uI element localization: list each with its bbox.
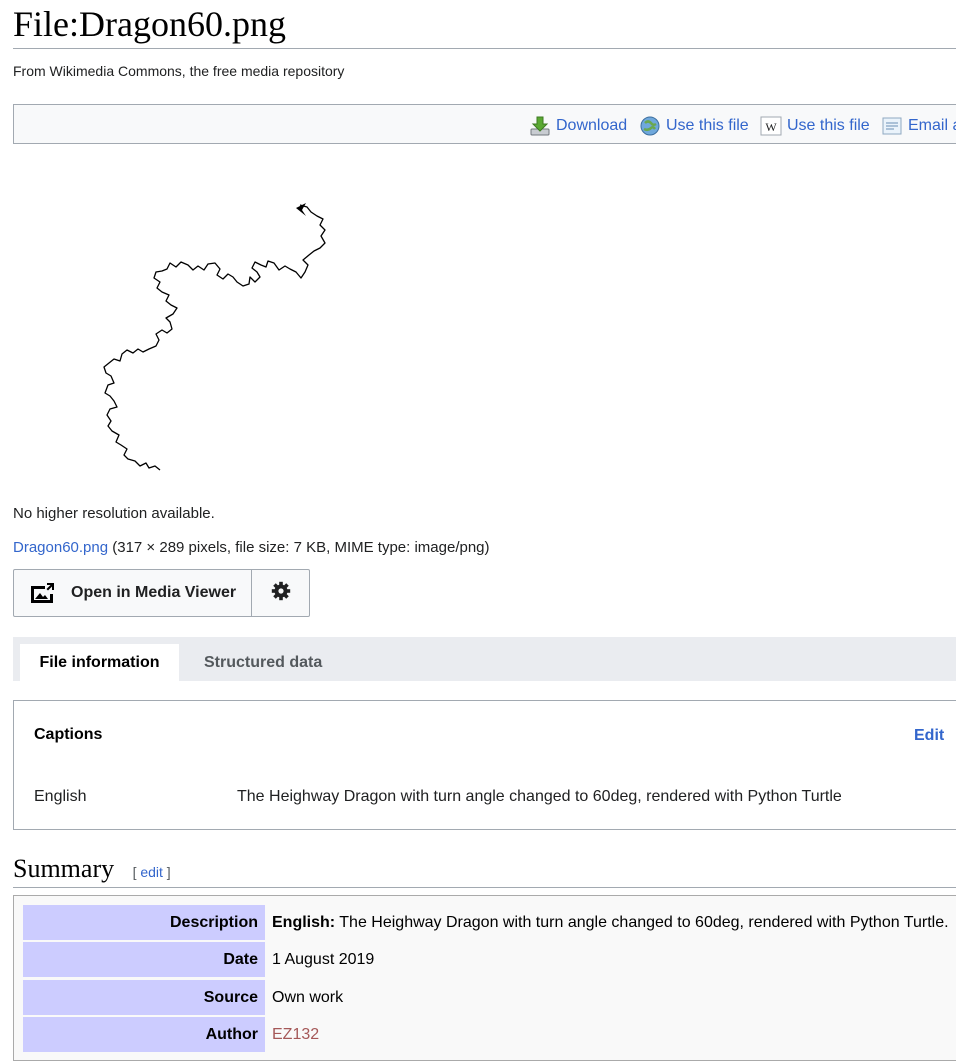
open-media-viewer-button[interactable]: Open in Media Viewer (13, 569, 253, 617)
table-row: Source Own work (23, 980, 343, 1015)
email-icon (881, 115, 903, 137)
globe-icon (639, 115, 661, 137)
table-row: Author EZ132 (23, 1017, 319, 1052)
download-label: Download (556, 117, 628, 134)
author-key: Author (23, 1017, 265, 1052)
summary-edit-section: [ edit ] (133, 864, 171, 880)
download-icon (529, 115, 551, 137)
file-preview-image[interactable] (100, 195, 332, 480)
use-on-wiki-link[interactable]: W Use this file (760, 115, 870, 137)
use-on-wiki-label: Use this file (787, 117, 870, 134)
author-link[interactable]: EZ132 (272, 1026, 319, 1043)
file-details: (317 × 289 pixels, file size: 7 KB, MIME… (108, 539, 490, 556)
summary-edit-link[interactable]: edit (140, 864, 163, 880)
file-name-link[interactable]: Dragon60.png (13, 539, 108, 556)
description-value: English: The Heighway Dragon with turn a… (265, 905, 949, 940)
description-text: The Heighway Dragon with turn angle chan… (335, 914, 949, 931)
date-key: Date (23, 942, 265, 977)
gear-icon (271, 581, 291, 606)
summary-heading-row: Summary [ edit ] (13, 854, 956, 888)
description-key: Description (23, 905, 265, 940)
open-media-viewer-label: Open in Media Viewer (71, 584, 237, 601)
edit-bracket-close: ] (162, 864, 171, 880)
file-toolbar: Download Use this file W Use this file E… (13, 104, 956, 144)
use-on-web-label: Use this file (666, 117, 749, 134)
email-link[interactable]: Email a (881, 115, 956, 137)
description-language: English: (272, 914, 336, 931)
source-key: Source (23, 980, 265, 1015)
media-viewer-settings-button[interactable] (252, 569, 311, 617)
email-label: Email a (908, 117, 956, 134)
image-icon (29, 582, 55, 604)
tab-bar: File information Structured data (13, 637, 956, 681)
caption-language: English (34, 788, 87, 805)
wikipedia-icon: W (760, 115, 782, 137)
use-on-web-link[interactable]: Use this file (639, 115, 749, 137)
information-table: Description English: The Heighway Dragon… (13, 895, 956, 1061)
file-info-line: Dragon60.png (317 × 289 pixels, file siz… (13, 539, 490, 556)
date-value: 1 August 2019 (272, 951, 375, 968)
download-link[interactable]: Download (529, 115, 627, 137)
svg-text:W: W (765, 120, 777, 134)
caption-text: The Heighway Dragon with turn angle chan… (237, 788, 842, 805)
site-subtitle: From Wikimedia Commons, the free media r… (13, 63, 345, 79)
summary-heading: Summary (13, 854, 115, 883)
table-row: Description English: The Heighway Dragon… (23, 905, 949, 940)
captions-edit-button[interactable]: Edit (914, 727, 944, 745)
table-row: Date 1 August 2019 (23, 942, 374, 977)
resolution-note: No higher resolution available. (13, 505, 215, 522)
captions-panel: Captions Edit English The Heighway Drago… (13, 700, 956, 830)
media-viewer-group: Open in Media Viewer (13, 569, 311, 617)
tab-structured-data[interactable]: Structured data (204, 644, 322, 681)
tab-file-information[interactable]: File information (20, 644, 179, 681)
source-value: Own work (272, 989, 344, 1006)
page-title: File:Dragon60.png (13, 2, 956, 49)
author-value: EZ132 (265, 1017, 319, 1052)
captions-heading: Captions (34, 726, 103, 743)
